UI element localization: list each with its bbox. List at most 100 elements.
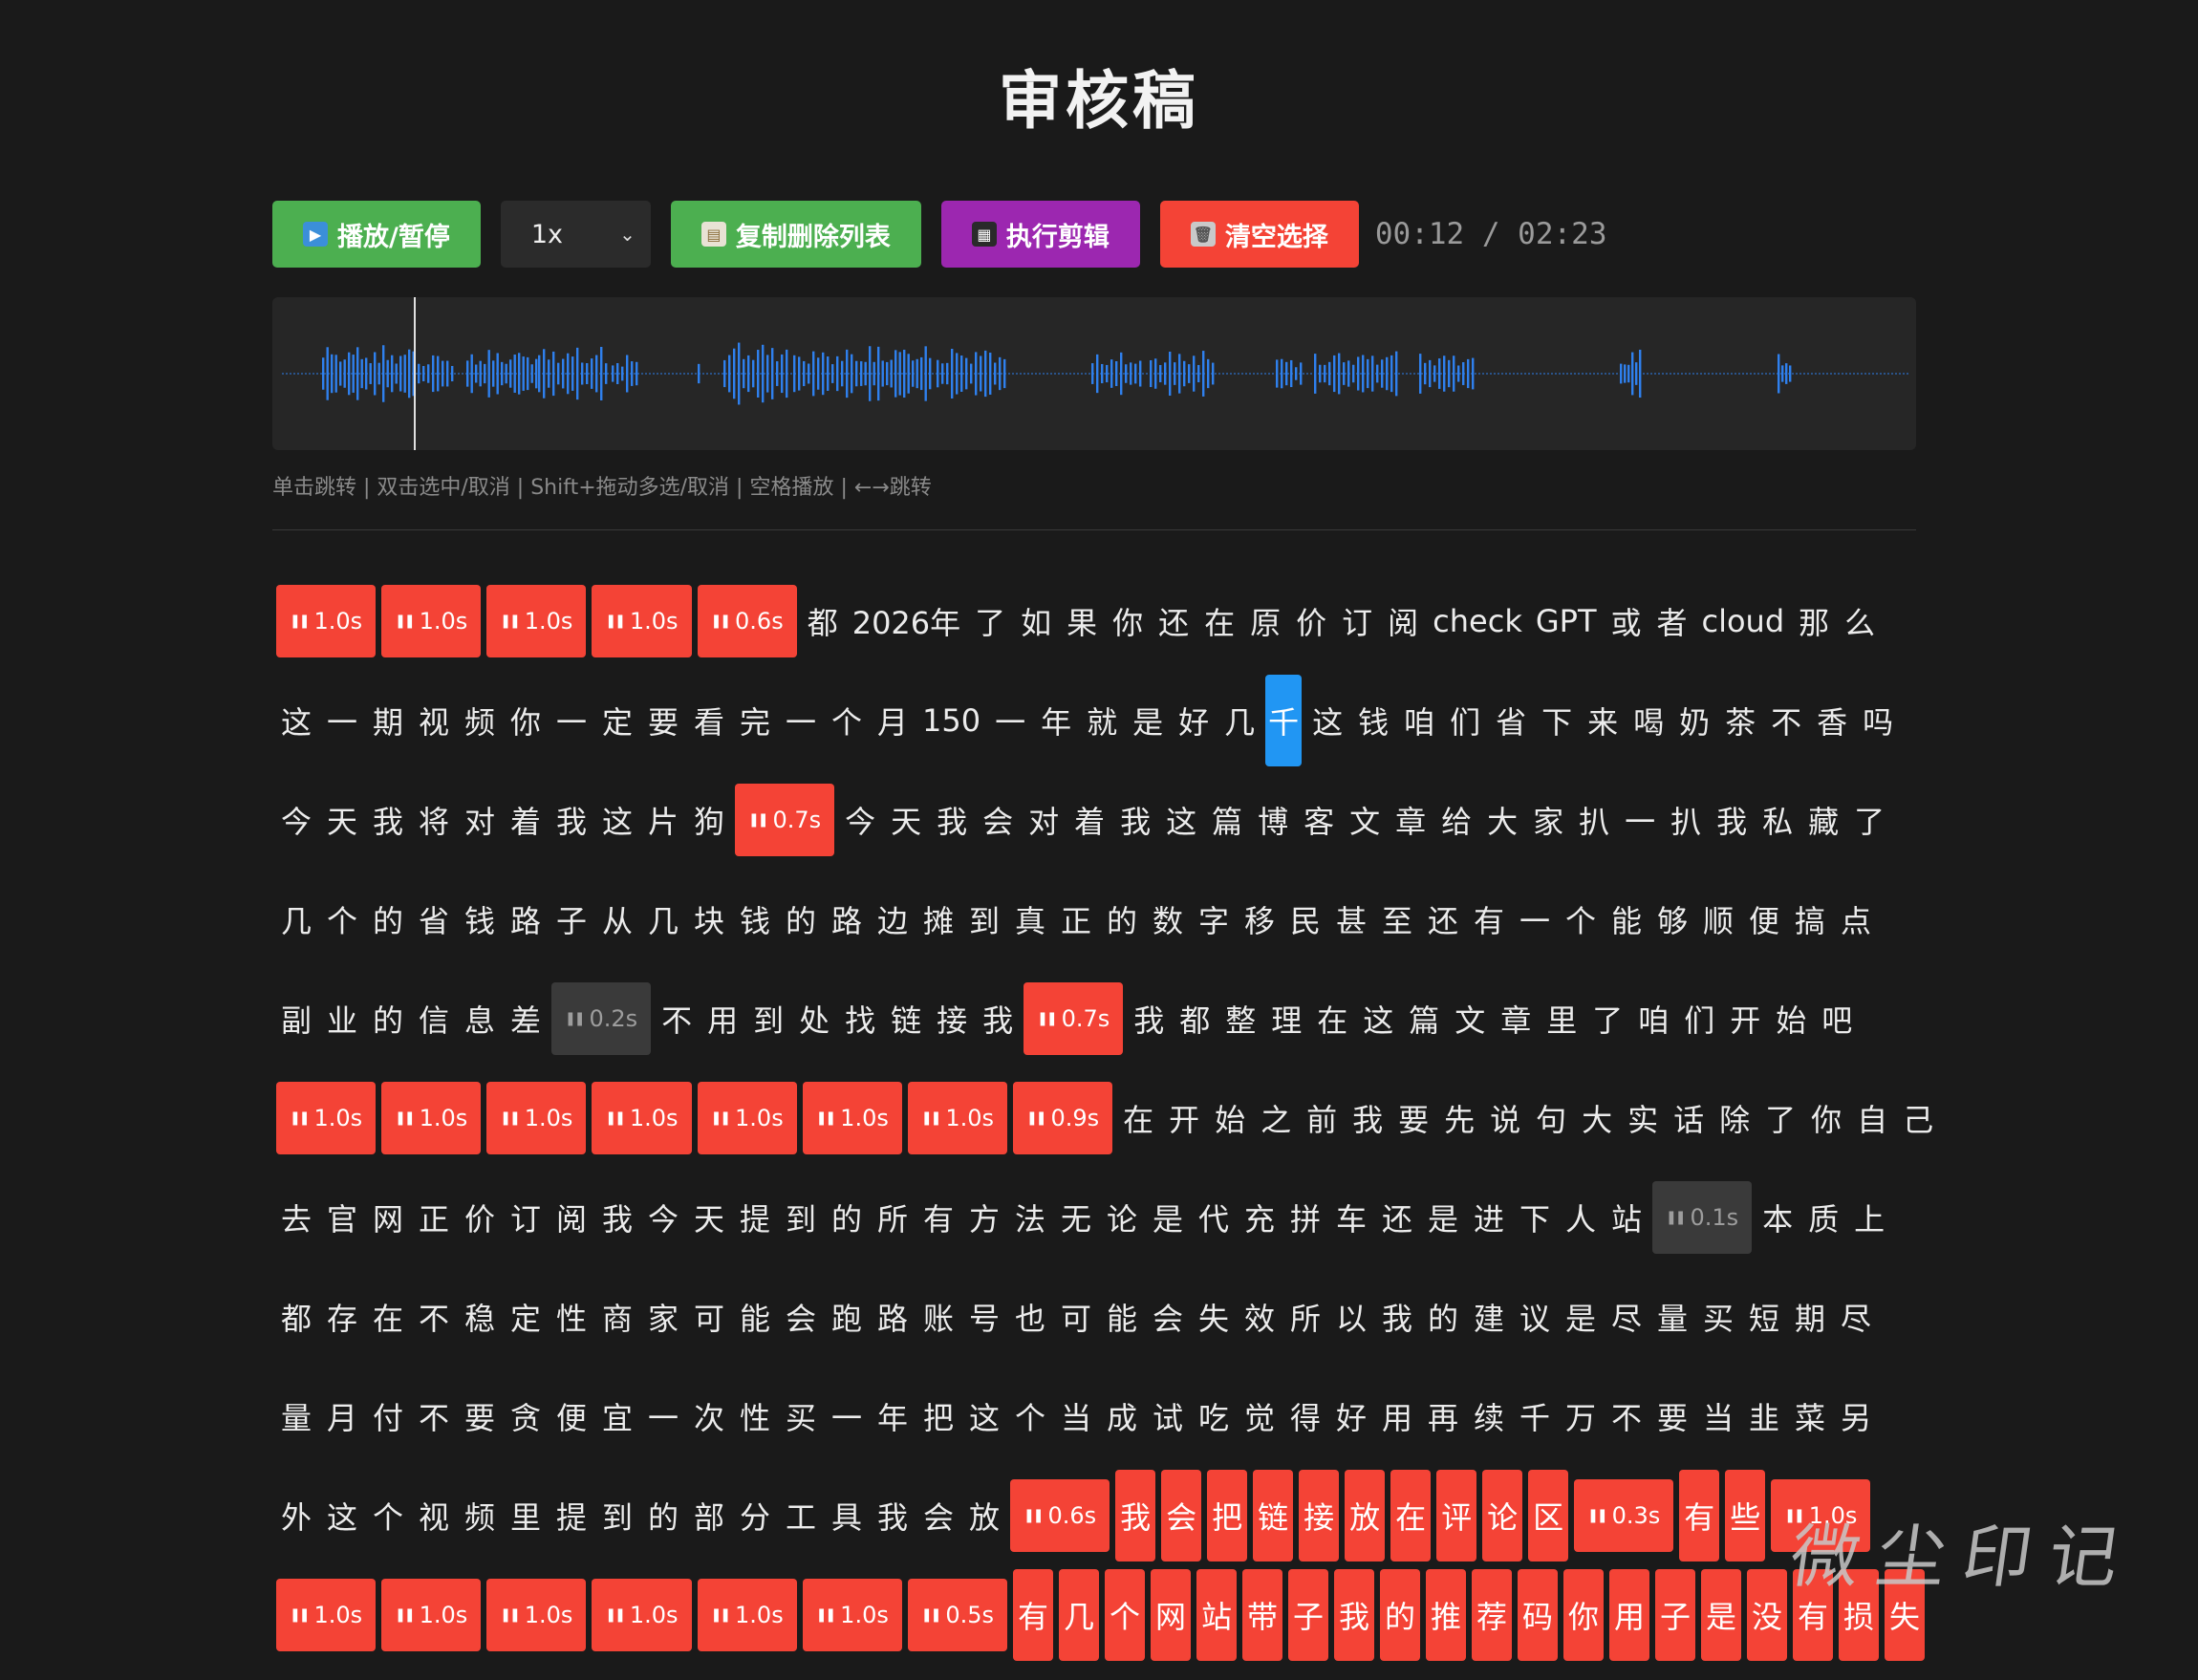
word-token[interactable]: 视 <box>414 1479 454 1552</box>
word-token[interactable]: 车 <box>1331 1181 1371 1254</box>
word-token[interactable]: 实 <box>1623 1082 1663 1154</box>
pause-chip-deleted[interactable]: ❚❚ 1.0s <box>486 585 587 657</box>
word-token[interactable]: 大 <box>1482 784 1522 856</box>
word-token[interactable]: 了 <box>1849 784 1889 856</box>
word-token[interactable]: 你 <box>1806 1082 1846 1154</box>
word-token[interactable]: 当 <box>1056 1380 1096 1453</box>
word-token[interactable]: 性 <box>551 1281 592 1353</box>
word-token[interactable]: 里 <box>506 1479 546 1552</box>
word-token[interactable]: 们 <box>1679 982 1719 1055</box>
word-token[interactable]: 年 <box>1036 684 1076 757</box>
pause-chip-deleted[interactable]: ❚❚ 0.5s <box>907 1579 1007 1651</box>
word-token[interactable]: 2026年 <box>849 585 964 657</box>
word-token[interactable]: 在 <box>1199 585 1239 657</box>
word-token[interactable]: 用 <box>702 982 743 1055</box>
word-token[interactable]: 我 <box>597 1181 637 1254</box>
word-token[interactable]: 路 <box>873 1281 913 1353</box>
word-token[interactable]: 喝 <box>1628 684 1669 757</box>
word-token[interactable]: 期 <box>1790 1281 1830 1353</box>
word-token[interactable]: 几 <box>1219 684 1260 757</box>
word-token[interactable]: 子 <box>551 883 592 956</box>
pause-chip-deleted[interactable]: ❚❚ 1.0s <box>802 1579 902 1651</box>
word-token[interactable]: GPT <box>1532 585 1601 657</box>
pause-chip-deleted[interactable]: ❚❚ 1.0s <box>381 585 482 657</box>
word-token[interactable]: 站 <box>1606 1181 1647 1254</box>
word-token[interactable]: 价 <box>460 1181 500 1254</box>
word-token-deleted[interactable]: 有 <box>1679 1470 1720 1562</box>
word-token[interactable]: 顺 <box>1698 883 1738 956</box>
word-token[interactable]: 的 <box>643 1479 683 1552</box>
word-token[interactable]: 用 <box>1377 1380 1417 1453</box>
word-token[interactable]: 真 <box>1010 883 1050 956</box>
word-token[interactable]: 点 <box>1836 883 1876 956</box>
word-token[interactable]: 一 <box>990 684 1030 757</box>
word-token[interactable]: 字 <box>1194 883 1234 956</box>
word-token[interactable]: 成 <box>1102 1380 1142 1453</box>
word-token[interactable]: 原 <box>1245 585 1285 657</box>
word-token-deleted[interactable]: 我 <box>1333 1569 1374 1661</box>
word-token[interactable]: 今 <box>643 1181 683 1254</box>
word-token[interactable]: 贪 <box>506 1380 546 1453</box>
word-token[interactable]: 先 <box>1439 1082 1479 1154</box>
pause-chip-deleted[interactable]: ❚❚ 0.6s <box>697 585 797 657</box>
word-token-deleted[interactable]: 把 <box>1207 1470 1248 1562</box>
word-token[interactable]: 边 <box>873 883 913 956</box>
word-token[interactable]: 续 <box>1469 1380 1509 1453</box>
word-token[interactable]: 官 <box>322 1181 362 1254</box>
word-token[interactable]: 今 <box>276 784 316 856</box>
word-token[interactable]: 千 <box>1515 1380 1555 1453</box>
word-token[interactable]: 移 <box>1239 883 1280 956</box>
word-token[interactable]: 整 <box>1220 982 1261 1055</box>
word-token-deleted[interactable]: 网 <box>1150 1569 1191 1661</box>
word-token[interactable]: 天 <box>689 1181 729 1254</box>
word-token[interactable]: 我 <box>551 784 592 856</box>
word-token[interactable]: 狗 <box>689 784 729 856</box>
word-token[interactable]: 要 <box>1652 1380 1692 1453</box>
word-token[interactable]: 者 <box>1651 585 1692 657</box>
word-token-deleted[interactable]: 子 <box>1287 1569 1328 1661</box>
word-token[interactable]: 提 <box>735 1181 775 1254</box>
word-token[interactable]: 不 <box>657 982 697 1055</box>
word-token[interactable]: 议 <box>1515 1281 1555 1353</box>
word-token[interactable]: 阅 <box>1383 585 1423 657</box>
word-token[interactable]: 咱 <box>1399 684 1439 757</box>
word-token[interactable]: 上 <box>1849 1181 1889 1254</box>
word-token[interactable]: 你 <box>506 684 546 757</box>
word-token[interactable]: 前 <box>1302 1082 1342 1154</box>
word-token[interactable]: 我 <box>368 784 408 856</box>
word-token[interactable]: 天 <box>886 784 926 856</box>
word-token[interactable]: 便 <box>1744 883 1784 956</box>
word-token[interactable]: 己 <box>1898 1082 1938 1154</box>
word-token[interactable]: 看 <box>689 684 729 757</box>
word-token[interactable]: 文 <box>1345 784 1385 856</box>
word-token[interactable]: 能 <box>1606 883 1647 956</box>
word-token[interactable]: 我 <box>932 784 972 856</box>
word-token[interactable]: 我 <box>1115 784 1155 856</box>
word-token[interactable]: 个 <box>1561 883 1601 956</box>
word-token-deleted[interactable]: 站 <box>1196 1569 1237 1661</box>
word-token-deleted[interactable]: 会 <box>1161 1470 1202 1562</box>
pause-chip[interactable]: ❚❚ 0.2s <box>551 982 652 1055</box>
word-token[interactable]: 一 <box>643 1380 683 1453</box>
word-token[interactable]: 够 <box>1652 883 1692 956</box>
pause-chip[interactable]: ❚❚ 0.1s <box>1652 1181 1753 1254</box>
word-token[interactable]: 接 <box>932 982 972 1055</box>
word-token[interactable]: 天 <box>322 784 362 856</box>
word-token[interactable]: 法 <box>1010 1181 1050 1254</box>
word-token[interactable]: 量 <box>1652 1281 1692 1353</box>
waveform[interactable] <box>272 297 1916 450</box>
word-token[interactable]: 说 <box>1485 1082 1525 1154</box>
word-token[interactable]: 会 <box>1148 1281 1188 1353</box>
word-token[interactable]: cloud <box>1697 585 1788 657</box>
word-token-deleted[interactable]: 没 <box>1746 1569 1787 1661</box>
word-token[interactable]: 到 <box>781 1181 821 1254</box>
word-token[interactable]: 还 <box>1423 883 1463 956</box>
pause-chip-deleted[interactable]: ❚❚ 1.0s <box>592 585 692 657</box>
word-token[interactable]: 尽 <box>1606 1281 1647 1353</box>
word-token[interactable]: 吗 <box>1858 684 1898 757</box>
word-token[interactable]: 去 <box>276 1181 316 1254</box>
word-token[interactable]: 到 <box>597 1479 637 1552</box>
word-token[interactable]: 次 <box>689 1380 729 1453</box>
word-token-deleted[interactable]: 我 <box>1115 1470 1156 1562</box>
word-token[interactable]: 路 <box>506 883 546 956</box>
